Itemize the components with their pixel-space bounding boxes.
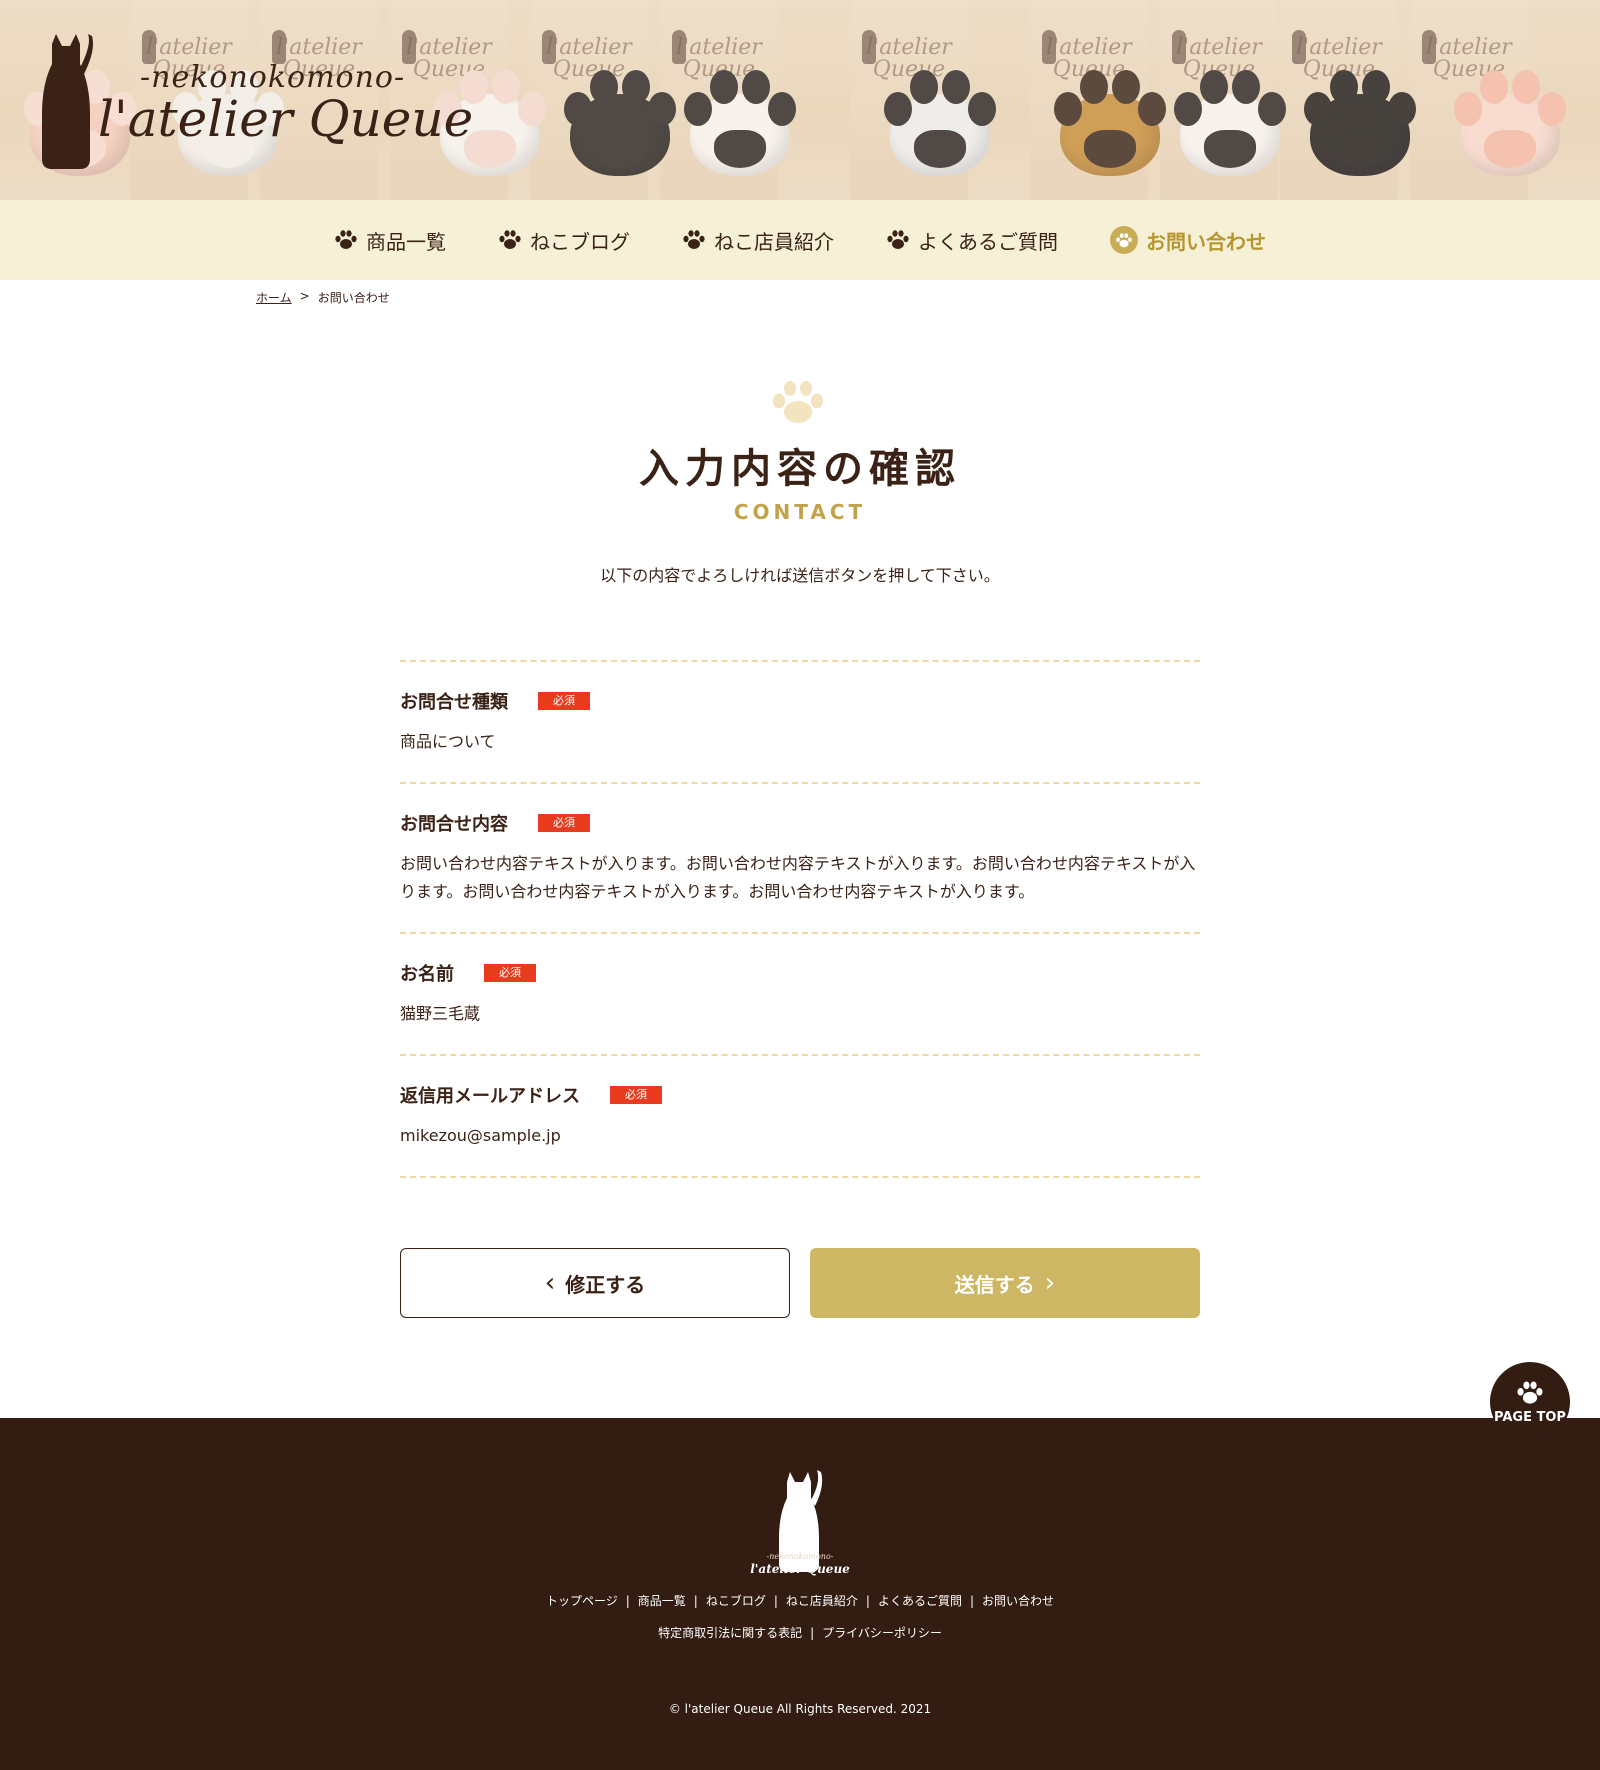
- confirm-list: お問合せ種類 必須 商品について お問合せ内容 必須 お問い合わせ内容テキストが…: [400, 660, 1200, 1178]
- nav-item-staff[interactable]: ねこ店員紹介: [682, 226, 834, 255]
- breadcrumb-separator: >: [299, 289, 310, 303]
- paw-icon: [773, 381, 823, 423]
- field-label: お問合せ種類: [400, 692, 508, 713]
- footer-logo-name: l'atelier Queue: [750, 1562, 850, 1576]
- site-footer: -nekonokomono- l'atelier Queue トップページ | 商品…: [0, 1418, 1600, 1770]
- footer-link-tokusho[interactable]: 特定商取引法に関する表記: [658, 1626, 802, 1640]
- paw-icon: [335, 230, 357, 249]
- global-nav: 商品一覧 ねこブログ ねこ店員紹介 よくあるご質問 お問い合わせ: [0, 200, 1600, 280]
- copyright: © l'atelier Queue All Rights Reserved. 2…: [668, 1702, 932, 1716]
- back-edit-button[interactable]: ‹ 修正する: [400, 1248, 790, 1318]
- footer-separator: |: [693, 1594, 698, 1608]
- paw-circle-icon: [1110, 226, 1138, 254]
- chevron-left-icon: ‹: [544, 1268, 556, 1298]
- field-value: 猫野三毛蔵: [400, 1004, 481, 1023]
- send-button[interactable]: 送信する ›: [810, 1248, 1200, 1318]
- footer-link-staff[interactable]: ねこ店員紹介: [786, 1594, 858, 1608]
- field-value: 商品について: [400, 732, 496, 751]
- field-label: お問合せ内容: [400, 814, 508, 835]
- header-banner: l'atelier Queue l'atelier Queue l'atelier Que…: [0, 0, 1600, 200]
- footer-link-privacy[interactable]: プライバシーポリシー: [822, 1626, 942, 1640]
- logo-name: l'atelier Queue: [98, 90, 474, 148]
- footer-link-contact[interactable]: お問い合わせ: [982, 1594, 1054, 1608]
- required-badge: 必須: [538, 692, 590, 710]
- back-edit-label: 修正する: [565, 1272, 646, 1297]
- paw-icon: [683, 230, 705, 249]
- footer-separator: |: [773, 1594, 778, 1608]
- site-logo[interactable]: -nekonokomono- l'atelier Queue: [30, 34, 473, 174]
- nav-label: お問い合わせ: [1146, 229, 1266, 254]
- footer-separator: |: [969, 1594, 975, 1608]
- nav-item-blog[interactable]: ねこブログ: [498, 226, 630, 255]
- nav-label: 商品一覧: [366, 229, 446, 254]
- footer-link-products[interactable]: 商品一覧: [638, 1594, 686, 1608]
- footer-separator: |: [865, 1594, 870, 1608]
- page-title: 入力内容の確認: [639, 446, 961, 492]
- nav-item-contact[interactable]: お問い合わせ: [1110, 226, 1266, 255]
- footer-link-blog[interactable]: ねこブログ: [706, 1594, 766, 1608]
- footer-nav-legal: 特定商取引法に関する表記 | プライバシーポリシー: [0, 1624, 1600, 1641]
- nav-label: よくあるご質問: [918, 229, 1058, 254]
- breadcrumb-home-link[interactable]: ホーム: [256, 289, 292, 306]
- required-badge: 必須: [484, 964, 536, 982]
- footer-nav-primary: トップページ | 商品一覧 | ねこブログ | ねこ店員紹介 | よくあるご質問 | お問い合わせ: [0, 1592, 1600, 1609]
- page-top-label: PAGE TOP: [1494, 1409, 1566, 1425]
- nav-item-faq[interactable]: よくあるご質問: [886, 226, 1058, 255]
- send-label: 送信する: [954, 1272, 1035, 1297]
- confirm-row-inquiry-content: お問合せ内容 必須 お問い合わせ内容テキストが入ります。お問い合わせ内容テキスト…: [400, 782, 1200, 932]
- cat-silhouette-icon: [42, 34, 93, 169]
- confirm-row-email: 返信用メールアドレス 必須 mikezou@sample.jp: [400, 1054, 1200, 1178]
- field-value: お問い合わせ内容テキストが入ります。お問い合わせ内容テキストが入ります。お問い合…: [400, 854, 1196, 901]
- breadcrumb-current: お問い合わせ: [317, 291, 390, 305]
- required-badge: 必須: [538, 814, 590, 832]
- chevron-right-icon: ›: [1044, 1268, 1056, 1298]
- nav-label: ねこブログ: [530, 229, 630, 254]
- confirm-row-name: お名前 必須 猫野三毛蔵: [400, 932, 1200, 1054]
- page-top-button[interactable]: PAGE TOP: [1490, 1362, 1570, 1442]
- field-label: お名前: [400, 964, 454, 985]
- lead-text: 以下の内容でよろしければ送信ボタンを押して下さい。: [600, 566, 1000, 585]
- nav-item-products[interactable]: 商品一覧: [334, 226, 446, 255]
- footer-logo-tagline: -nekonokomono-: [766, 1552, 834, 1561]
- paw-icon: [887, 230, 909, 249]
- required-badge: 必須: [610, 1086, 662, 1104]
- field-label: 返信用メールアドレス: [400, 1086, 580, 1107]
- breadcrumb: ホーム > お問い合わせ: [256, 289, 390, 306]
- footer-link-top[interactable]: トップページ: [546, 1594, 618, 1608]
- field-value: mikezou@sample.jp: [400, 1126, 561, 1145]
- footer-link-faq[interactable]: よくあるご質問: [878, 1594, 962, 1608]
- paw-icon: [1517, 1381, 1543, 1404]
- nav-label: ねこ店員紹介: [714, 229, 834, 254]
- footer-separator: |: [625, 1594, 630, 1608]
- paw-icon: [499, 230, 521, 249]
- page-subtitle: CONTACT: [733, 500, 867, 524]
- footer-separator: |: [810, 1626, 815, 1640]
- confirm-row-inquiry-type: お問合せ種類 必須 商品について: [400, 660, 1200, 782]
